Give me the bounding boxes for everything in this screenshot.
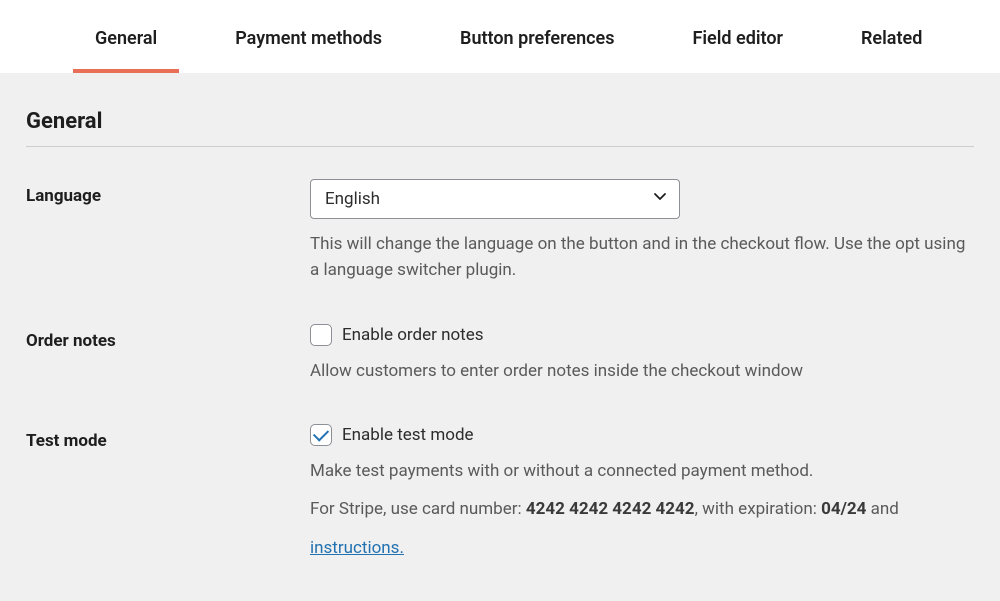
test-mode-instructions-line: instructions.: [310, 535, 974, 561]
order-notes-help: Allow customers to enter order notes ins…: [310, 358, 974, 384]
label-test-mode: Test mode: [26, 424, 310, 451]
test-mode-checkbox[interactable]: [310, 424, 332, 446]
stripe-expiration: 04/24: [821, 499, 866, 519]
test-mode-checkbox-label: Enable test mode: [342, 425, 474, 445]
row-language: Language English This will change the la…: [26, 179, 974, 284]
row-order-notes: Order notes Enable order notes Allow cus…: [26, 324, 974, 384]
test-mode-stripe-info: For Stripe, use card number: 4242 4242 4…: [310, 496, 974, 522]
section-title: General: [26, 109, 974, 147]
stripe-card-number: 4242 4242 4242 4242: [526, 499, 695, 519]
form-table: Language English This will change the la…: [26, 179, 974, 561]
stripe-suffix: and: [866, 499, 898, 519]
order-notes-checkbox-row: Enable order notes: [310, 324, 974, 346]
test-mode-checkbox-row: Enable test mode: [310, 424, 974, 446]
tabs-nav: General Payment methods Button preferenc…: [0, 0, 1000, 73]
control-order-notes: Enable order notes Allow customers to en…: [310, 324, 974, 384]
tab-payment-methods[interactable]: Payment methods: [235, 28, 382, 73]
row-test-mode: Test mode Enable test mode Make test pay…: [26, 424, 974, 561]
order-notes-checkbox-label: Enable order notes: [342, 325, 484, 345]
settings-content: General Language English This will chang…: [0, 73, 1000, 601]
control-test-mode: Enable test mode Make test payments with…: [310, 424, 974, 561]
order-notes-checkbox[interactable]: [310, 324, 332, 346]
control-language: English This will change the language on…: [310, 179, 974, 284]
tab-general[interactable]: General: [95, 28, 157, 73]
language-select-wrapper: English: [310, 179, 680, 219]
instructions-link[interactable]: instructions.: [310, 538, 404, 558]
tab-related[interactable]: Related: [861, 28, 922, 73]
tab-button-preferences[interactable]: Button preferences: [460, 28, 614, 73]
language-help: This will change the language on the but…: [310, 231, 974, 284]
tab-field-editor[interactable]: Field editor: [692, 28, 783, 73]
language-select[interactable]: English: [310, 179, 680, 219]
label-language: Language: [26, 179, 310, 206]
stripe-prefix: For Stripe, use card number:: [310, 499, 526, 519]
label-order-notes: Order notes: [26, 324, 310, 351]
stripe-mid: , with expiration:: [695, 499, 822, 519]
test-mode-help: Make test payments with or without a con…: [310, 458, 974, 484]
